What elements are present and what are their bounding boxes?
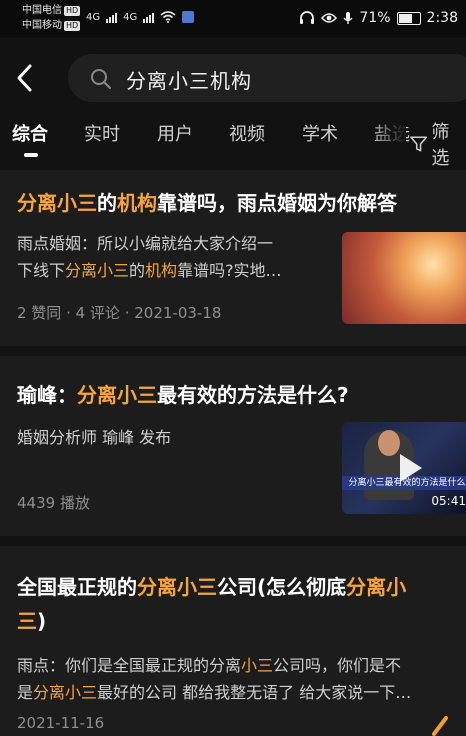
battery-percent: 71% [359, 10, 391, 26]
network-indicators: 4G 4G [86, 11, 195, 23]
result-title[interactable]: 全国最正规的分离小三公司(怎么彻底分离小 三) [17, 570, 406, 638]
result-meta: 2 赞同 · 4 评论 · 2021-03-18 [17, 304, 222, 322]
filter-label: 筛选 [431, 122, 450, 169]
microphone-icon [343, 12, 353, 24]
result-title[interactable]: 分离小三的机构靠谱吗，雨点婚姻为你解答 [17, 186, 397, 220]
tab-users[interactable]: 用户 [157, 120, 193, 146]
search-query: 分离小三机构 [126, 69, 252, 93]
tab-fade [370, 116, 406, 160]
video-duration: 05:41 [431, 494, 466, 508]
tab-video[interactable]: 视频 [229, 120, 265, 146]
result-card-1[interactable]: 分离小三的机构靠谱吗，雨点婚姻为你解答 雨点婚姻：所以小编就给大家介绍一 下线下… [0, 170, 466, 346]
carrier-2: 中国移动 HD [22, 20, 81, 31]
tab-comprehensive[interactable]: 综合 [12, 120, 48, 146]
status-bar: 中国电信 HD 中国移动 HD 4G 4G 71% 2:38 [0, 0, 466, 38]
headphones-icon [300, 11, 315, 24]
wifi-icon [160, 11, 176, 23]
filter-button[interactable]: 筛选 [410, 118, 466, 170]
video-thumbnail[interactable]: 分离小三最有效的方法是什么 05:41 [342, 422, 466, 514]
result-card-2[interactable]: 瑜峰：分离小三最有效的方法是什么? 婚姻分析师 瑜峰 发布 4439 播放 分离… [0, 356, 466, 536]
battery-icon [396, 11, 421, 25]
tab-academic[interactable]: 学术 [302, 120, 338, 146]
result-tabs: 综合 实时 用户 视频 学术 盐选 筛选 [0, 116, 466, 169]
play-icon [400, 454, 422, 482]
filter-icon [410, 136, 428, 152]
search-header: 分离小三机构 [0, 46, 466, 110]
tab-realtime[interactable]: 实时 [84, 120, 120, 146]
net-label-2: 4G [123, 12, 138, 23]
result-title[interactable]: 瑜峰：分离小三最有效的方法是什么? [17, 378, 349, 412]
result-author: 婚姻分析师 瑜峰 发布 [17, 428, 172, 447]
result-snippet: 雨点婚姻：所以小编就给大家介绍一 下线下分离小三的机构靠谱吗?实地… [17, 234, 282, 280]
result-card-3[interactable]: 全国最正规的分离小三公司(怎么彻底分离小 三) 雨点：你们是全国最正规的分离小三… [0, 546, 466, 736]
search-icon [91, 69, 111, 89]
result-thumbnail[interactable] [342, 232, 466, 324]
carrier-1: 中国电信 HD [22, 5, 81, 16]
app-notification-icon [182, 11, 195, 23]
back-arrow-icon[interactable] [12, 60, 40, 96]
clock: 2:38 [426, 10, 458, 26]
result-date: 2021-11-16 [17, 714, 105, 732]
signal-icon [143, 13, 155, 23]
active-tab-indicator [24, 153, 38, 157]
signal-icon [106, 13, 118, 23]
search-input[interactable]: 分离小三机构 [68, 54, 466, 102]
net-label-1: 4G [86, 12, 101, 23]
result-snippet: 雨点：你们是全国最正规的分离小三公司吗，你们是不 是分离小三最好的公司 都给我整… [17, 656, 412, 702]
result-plays: 4439 播放 [17, 494, 90, 512]
eye-icon [321, 13, 338, 23]
status-right: 71% 2:38 [299, 10, 458, 26]
brush-icon [432, 716, 448, 736]
